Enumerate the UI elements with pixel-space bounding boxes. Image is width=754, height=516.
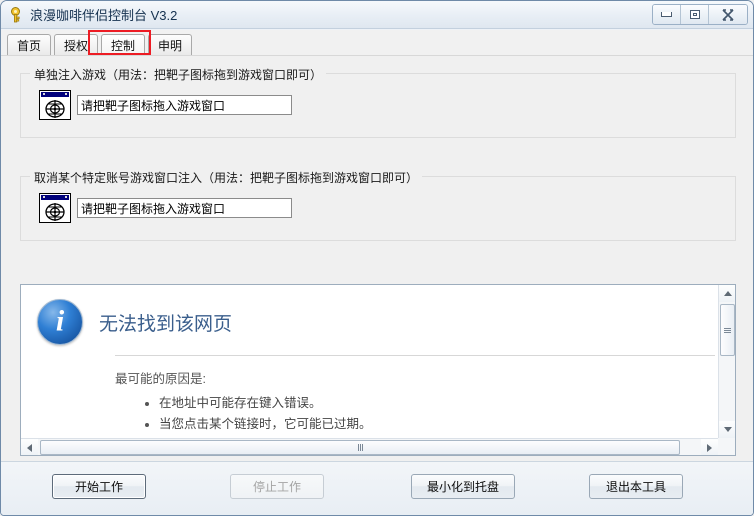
- divider: [115, 355, 715, 356]
- group-cancel-inject: 取消某个特定账号游戏窗口注入（用法：把靶子图标拖到游戏窗口即可） 请把靶子图标拖…: [20, 169, 736, 241]
- group-title: 取消某个特定账号游戏窗口注入（用法：把靶子图标拖到游戏窗口即可）: [30, 169, 423, 186]
- drop-target-field-inject[interactable]: 请把靶子图标拖入游戏窗口: [77, 95, 292, 115]
- minimize-button[interactable]: [653, 5, 681, 24]
- tab-label: 授权: [63, 38, 88, 53]
- minimize-to-tray-button[interactable]: 最小化到托盘: [411, 474, 515, 499]
- chevron-right-icon: [707, 443, 712, 452]
- scrollbar-corner: [718, 438, 735, 455]
- chevron-up-icon: [723, 291, 732, 296]
- scroll-left-button[interactable]: [21, 439, 38, 455]
- vertical-scrollbar[interactable]: [718, 285, 735, 438]
- title-bar: 浪漫咖啡伴侣控制台 V3.2: [1, 1, 753, 29]
- group-body: 请把靶子图标拖入游戏窗口: [39, 193, 292, 223]
- tab-label: 申明: [157, 38, 182, 53]
- reason-heading: 最可能的原因是:: [115, 372, 206, 386]
- field-text: 请把靶子图标拖入游戏窗口: [81, 98, 226, 113]
- horizontal-scrollbar[interactable]: [21, 438, 718, 455]
- button-label: 最小化到托盘: [426, 480, 499, 494]
- group-title: 单独注入游戏（用法：把靶子图标拖到游戏窗口即可）: [30, 66, 327, 83]
- target-window-icon[interactable]: [39, 193, 71, 223]
- reason-list: 在地址中可能存在键入错误。 当您点击某个链接时，它可能已过期。: [145, 393, 718, 435]
- exit-tool-button[interactable]: 退出本工具: [589, 474, 683, 499]
- error-header: 无法找到该网页: [37, 299, 718, 345]
- button-label: 开始工作: [74, 480, 123, 494]
- tab-strip-filler: [195, 51, 753, 55]
- close-button[interactable]: [709, 5, 747, 24]
- group-inject-game: 单独注入游戏（用法：把靶子图标拖到游戏窗口即可） 请把靶子图标拖入游戏窗口: [20, 66, 736, 138]
- start-work-button[interactable]: 开始工作: [52, 474, 146, 499]
- tab-control[interactable]: 控制: [101, 34, 145, 55]
- scroll-right-button[interactable]: [701, 439, 718, 455]
- window-title: 浪漫咖啡伴侣控制台 V3.2: [30, 8, 178, 23]
- embedded-browser-panel: 无法找到该网页 最可能的原因是: 在地址中可能存在键入错误。 当您点击某个链接时…: [20, 284, 736, 456]
- maximize-icon: [689, 10, 700, 19]
- tab-statement[interactable]: 申明: [148, 34, 192, 55]
- close-icon: [722, 8, 734, 21]
- chevron-down-icon: [723, 427, 732, 432]
- list-item: 当您点击某个链接时，它可能已过期。: [145, 414, 718, 435]
- minimize-icon: [661, 12, 672, 17]
- vertical-scroll-thumb[interactable]: [720, 304, 735, 356]
- scroll-up-button[interactable]: [719, 285, 735, 302]
- tab-label: 首页: [16, 38, 41, 53]
- info-icon: [37, 299, 83, 345]
- chevron-left-icon: [27, 443, 32, 452]
- key-icon: [7, 6, 25, 24]
- content-area: 单独注入游戏（用法：把靶子图标拖到游戏窗口即可） 请把靶子图标拖入游戏窗口 取消…: [1, 56, 753, 515]
- grip-icon: [724, 327, 731, 333]
- group-body: 请把靶子图标拖入游戏窗口: [39, 90, 292, 120]
- target-window-icon[interactable]: [39, 90, 71, 120]
- button-label: 停止工作: [252, 480, 301, 494]
- application-window: 浪漫咖啡伴侣控制台 V3.2 首页 授权 控制 申明 单独注入游戏（用法：把靶子…: [0, 0, 754, 516]
- error-page: 无法找到该网页 最可能的原因是: 在地址中可能存在键入错误。 当您点击某个链接时…: [21, 285, 718, 438]
- drop-target-field-cancel[interactable]: 请把靶子图标拖入游戏窗口: [77, 198, 292, 218]
- horizontal-scroll-thumb[interactable]: [40, 440, 680, 455]
- bottom-button-bar: 开始工作 停止工作 最小化到托盘 退出本工具: [1, 461, 753, 515]
- window-controls: [652, 4, 748, 25]
- field-text: 请把靶子图标拖入游戏窗口: [81, 201, 226, 216]
- button-label: 退出本工具: [605, 480, 666, 494]
- stop-work-button: 停止工作: [230, 474, 324, 499]
- tab-label: 控制: [110, 38, 135, 53]
- tab-authorize[interactable]: 授权: [54, 34, 98, 55]
- tab-strip: 首页 授权 控制 申明: [1, 30, 753, 56]
- error-title: 无法找到该网页: [99, 313, 233, 335]
- maximize-button[interactable]: [681, 5, 709, 24]
- tab-home[interactable]: 首页: [7, 34, 51, 55]
- scroll-down-button[interactable]: [719, 421, 735, 438]
- grip-icon: [357, 444, 363, 451]
- list-item: 在地址中可能存在键入错误。: [145, 393, 718, 414]
